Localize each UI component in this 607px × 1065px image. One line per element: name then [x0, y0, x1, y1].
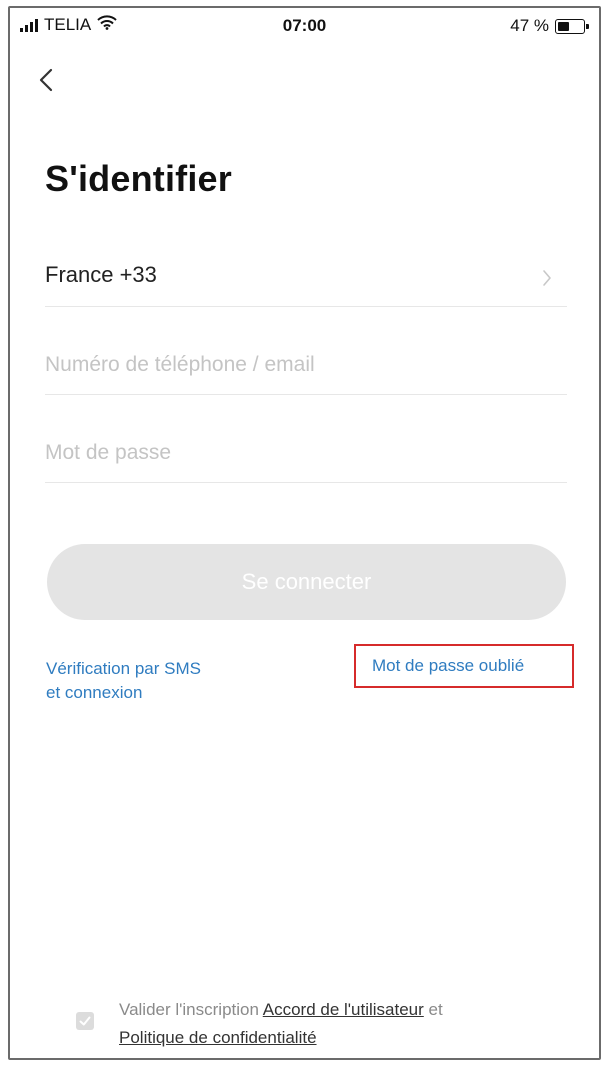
agreement-checkbox[interactable] [76, 1012, 94, 1030]
status-right: 47 % [510, 16, 589, 36]
country-value: France +33 [45, 262, 157, 287]
battery-icon [555, 18, 589, 34]
chevron-right-icon [543, 270, 551, 286]
sms-link-line1: Vérification par SMS [46, 659, 201, 678]
phone-email-input[interactable] [45, 348, 567, 382]
phone-email-field [45, 336, 567, 395]
password-field [45, 424, 567, 483]
agreement-and: et [428, 1000, 443, 1019]
agreement-text: Valider l'inscription Accord de l'utilis… [119, 996, 559, 1052]
chevron-left-icon [39, 68, 53, 92]
sms-link-line2: et connexion [46, 683, 143, 702]
checkmark-icon [79, 1016, 91, 1026]
status-bar: TELIA 07:00 47 % [10, 8, 599, 42]
login-button[interactable]: Se connecter [47, 544, 566, 620]
user-agreement-link[interactable]: Accord de l'utilisateur [263, 1000, 424, 1019]
battery-percent: 47 % [510, 16, 549, 35]
password-input[interactable] [45, 436, 567, 470]
phone-screen: TELIA 07:00 47 % S'identifier France +33… [8, 6, 601, 1060]
sms-login-link[interactable]: Vérification par SMS et connexion [46, 657, 276, 705]
page-title: S'identifier [45, 158, 232, 199]
country-selector[interactable]: France +33 [45, 248, 567, 307]
back-button[interactable] [34, 64, 62, 96]
forgot-password-link[interactable]: Mot de passe oublié [372, 656, 524, 676]
agreement-prefix: Valider l'inscription [119, 1000, 259, 1019]
privacy-policy-link[interactable]: Politique de confidentialité [119, 1028, 317, 1047]
